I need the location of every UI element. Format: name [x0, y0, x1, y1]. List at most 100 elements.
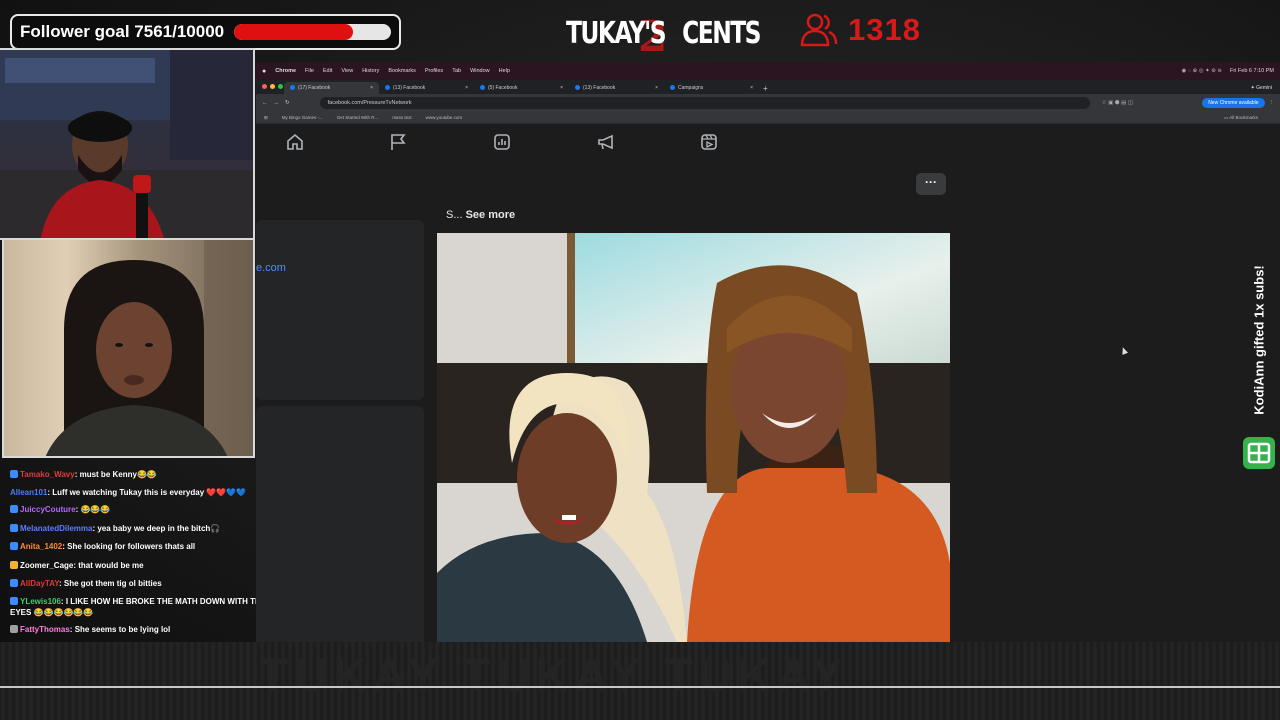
menu-item-file[interactable]: File: [305, 68, 314, 74]
browser-tab[interactable]: (13) Facebook ×: [379, 82, 474, 94]
post-photo[interactable]: [437, 233, 950, 642]
facebook-favicon-icon: [575, 85, 580, 90]
menu-item-edit[interactable]: Edit: [323, 68, 332, 74]
logo-text: TUKAY'S CENTS: [566, 16, 761, 51]
website-link[interactable]: e.com: [256, 262, 286, 274]
bookmark-item[interactable]: Get Started With R...: [337, 115, 379, 120]
gemini-button[interactable]: ✦ Gemini: [1251, 85, 1272, 91]
close-tab-icon[interactable]: ×: [465, 85, 468, 91]
menu-item-window[interactable]: Window: [470, 68, 490, 74]
chat-username[interactable]: Anita_1402: [20, 542, 62, 551]
chat-badge-icon: [10, 542, 18, 551]
back-icon[interactable]: ←: [262, 100, 268, 106]
reload-icon[interactable]: ↻: [285, 100, 290, 106]
menu-item-help[interactable]: Help: [499, 68, 510, 74]
chat-text: She seems to be lying lol: [74, 625, 171, 635]
chat-message: Allean101: Luff we watching Tukay this i…: [10, 488, 247, 498]
follower-goal-fill: [234, 24, 353, 40]
users-icon: [800, 13, 838, 47]
bookmark-item[interactable]: My Bingo Games -...: [282, 115, 323, 120]
facebook-favicon-icon: [385, 85, 390, 90]
flag-icon[interactable]: [389, 133, 407, 151]
chat-message: Zoomer_Cage: that would be me: [10, 557, 280, 575]
tab-label: (13) Facebook: [583, 85, 616, 91]
extension-icons[interactable]: ☆ ▣ ⬢ ▤ ◫: [1102, 100, 1133, 106]
facebook-favicon-icon: [670, 85, 675, 90]
zoom-window-button[interactable]: [278, 84, 283, 89]
chat-badge-icon: [10, 505, 18, 514]
menu-item-tab[interactable]: Tab: [452, 68, 461, 74]
bookmark-item[interactable]: mass text: [392, 115, 411, 120]
side-card: [256, 406, 424, 642]
chat-message: AllDayTAY: She got them tig ol bitties: [10, 575, 280, 593]
chat-message: FattyThomas: She seems to be lying lol: [10, 621, 280, 639]
see-more-link[interactable]: See more: [466, 209, 516, 221]
viewer-count: 1318: [848, 12, 921, 47]
video-icon[interactable]: [700, 133, 718, 151]
menu-clock: Fri Feb 6 7:10 PM: [1229, 68, 1274, 74]
chat-feed: Tamako_Wavy: must be Kenny😂😂 Allean101: L…: [10, 466, 280, 658]
all-bookmarks[interactable]: ▭ All Bookmarks: [1224, 115, 1272, 121]
menu-item-bookmarks[interactable]: Bookmarks: [388, 68, 416, 74]
browser-tab[interactable]: (17) Facebook ×: [284, 82, 379, 94]
chat-badge-icon: [10, 597, 18, 606]
post-caption: S... See more: [446, 209, 515, 221]
chat-text: Luff we watching Tukay this is everyday …: [52, 488, 247, 498]
menu-item-history[interactable]: History: [362, 68, 379, 74]
chat-username[interactable]: Tamako_Wavy: [20, 470, 75, 479]
close-tab-icon[interactable]: ×: [750, 85, 753, 91]
webcam-guest: [2, 238, 255, 458]
new-chrome-button[interactable]: New Chrome available: [1202, 98, 1265, 108]
chat-text: must be Kenny😂😂: [79, 470, 157, 479]
stream-overlay: { "overlay": { "follower_goal_label": "F…: [0, 0, 1280, 720]
chat-badge-icon: [10, 625, 18, 634]
chat-message: Tamako_Wavy: must be Kenny😂😂: [10, 466, 280, 484]
insights-icon[interactable]: [493, 133, 511, 151]
chat-username[interactable]: JuiccyCouture: [20, 505, 76, 514]
bottom-divider: [0, 686, 1280, 688]
chat-username[interactable]: MelanatedDilemma: [20, 524, 92, 533]
url-bar[interactable]: facebook.com/PressureTvNetwork: [319, 97, 1090, 109]
bookmarks-bar: ⊞ My Bingo Games -... Get Started With R.…: [256, 112, 1280, 124]
megaphone-icon[interactable]: [597, 133, 615, 151]
chat-message: Anita_1402: She looking for followers th…: [10, 538, 280, 556]
chat-text: that would be me: [78, 560, 144, 570]
forward-icon[interactable]: →: [274, 100, 280, 106]
new-tab-icon[interactable]: +: [763, 84, 768, 93]
post-photo-image: [437, 233, 950, 642]
tab-label: (17) Facebook: [298, 85, 331, 91]
chat-badge-icon: [10, 470, 18, 478]
facebook-nav: [256, 126, 1280, 158]
guest-video-frame: [45, 240, 253, 456]
chat-username[interactable]: Zoomer_Cage: [20, 561, 73, 570]
chat-username[interactable]: AllDayTAY: [20, 579, 59, 588]
webcam-streamer: [0, 48, 255, 240]
close-tab-icon[interactable]: ×: [560, 85, 563, 91]
bookmark-item[interactable]: www.youtube.com: [426, 115, 463, 120]
chat-username[interactable]: YLewis106: [20, 597, 61, 606]
bottom-watermark: TUKAY TUKAY TUKAY: [260, 649, 849, 701]
browser-tab[interactable]: (13) Facebook ×: [569, 82, 664, 94]
menu-item-profiles[interactable]: Profiles: [425, 68, 443, 74]
menu-item-chrome[interactable]: Chrome: [275, 68, 296, 74]
gift-icon: [1243, 437, 1275, 469]
kebab-menu-icon[interactable]: ⋮: [1269, 100, 1275, 106]
home-icon[interactable]: [286, 133, 304, 151]
follower-goal-bar: [234, 24, 391, 40]
browser-tab[interactable]: (5) Facebook ×: [474, 82, 569, 94]
chat-username[interactable]: Allean101: [10, 488, 47, 497]
more-options-button[interactable]: ···: [916, 173, 946, 195]
chat-message: YLewis106: I LIKE HOW HE BROKE THE MATH …: [10, 597, 267, 618]
close-tab-icon[interactable]: ×: [370, 85, 373, 91]
caption-truncated: S...: [446, 209, 463, 221]
close-tab-icon[interactable]: ×: [655, 85, 658, 91]
apple-icon[interactable]: ●: [262, 68, 266, 75]
chat-username[interactable]: FattyThomas: [20, 625, 70, 634]
menu-item-view[interactable]: View: [341, 68, 353, 74]
apps-grid-icon[interactable]: ⊞: [264, 115, 268, 121]
browser-tab[interactable]: Campaigns ×: [664, 82, 759, 94]
close-window-button[interactable]: [262, 84, 267, 89]
minimize-window-button[interactable]: [270, 84, 275, 89]
chat-text: She got them tig ol bitties: [63, 579, 162, 589]
status-icons: ◉ ◌ ⊕ ◎ ✦ ⊛ ≋: [1181, 68, 1222, 74]
